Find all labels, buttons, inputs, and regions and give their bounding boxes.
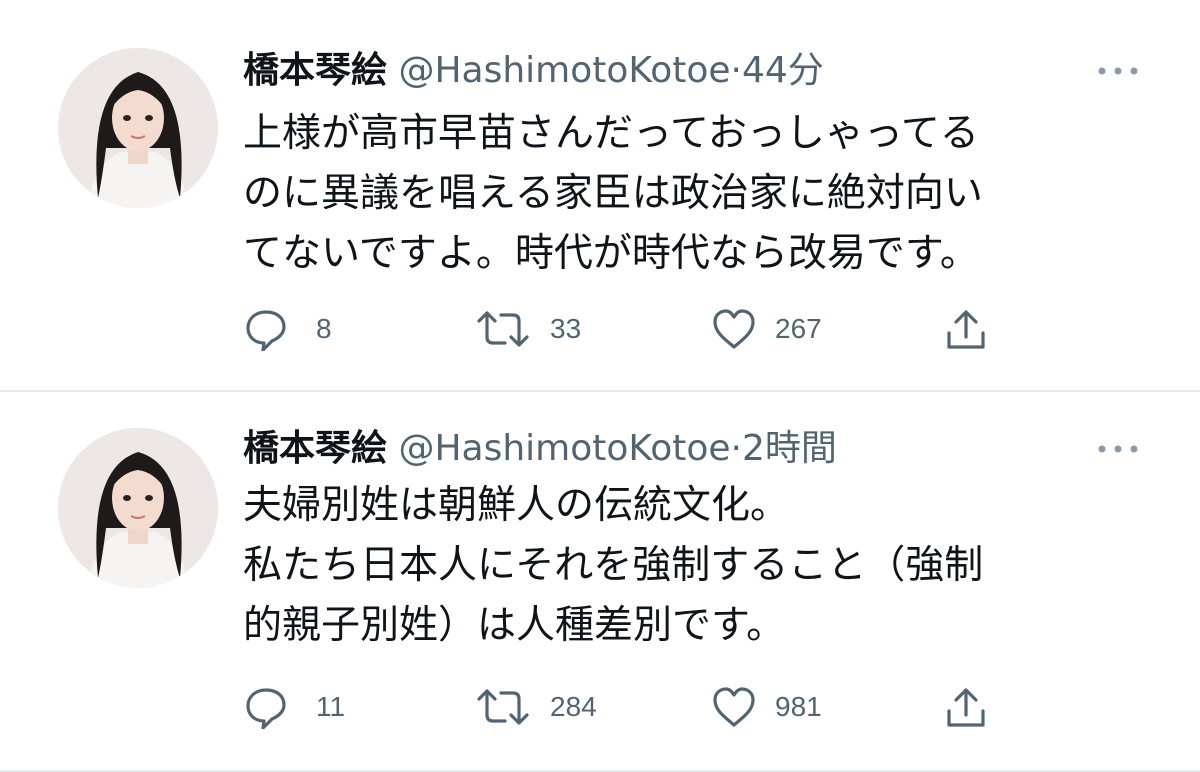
tweet[interactable]: 橋本琴絵 @HashimotoKotoe·2時間 夫婦別姓は朝鮮人の伝統文化。 …: [0, 392, 1200, 772]
share-icon: [947, 688, 985, 727]
more-button[interactable]: [1092, 434, 1144, 464]
tweet-actions: 8 33 267: [243, 304, 1003, 354]
share-button[interactable]: [943, 682, 993, 732]
user-handle[interactable]: @HashimotoKotoe: [398, 50, 730, 91]
more-icon: [1098, 67, 1138, 75]
heart-icon: [713, 687, 755, 727]
tweet-timestamp[interactable]: 44分: [742, 50, 824, 91]
retweet-button[interactable]: 33: [475, 304, 655, 354]
like-count: 981: [775, 691, 822, 722]
reply-count: 11: [316, 691, 346, 722]
avatar[interactable]: [58, 428, 218, 588]
separator-dot: ·: [730, 428, 742, 469]
retweet-icon: [477, 311, 529, 347]
more-button[interactable]: [1092, 56, 1144, 86]
more-icon: [1098, 445, 1138, 453]
like-button[interactable]: 267: [711, 304, 881, 354]
avatar-image: [58, 48, 218, 208]
retweet-count: 33: [550, 313, 582, 344]
share-button[interactable]: [943, 304, 993, 354]
heart-icon: [713, 309, 755, 349]
reply-icon: [246, 310, 286, 351]
display-name[interactable]: 橋本琴絵: [243, 428, 387, 469]
tweet-timestamp[interactable]: 2時間: [742, 428, 837, 469]
tweet[interactable]: 橋本琴絵 @HashimotoKotoe·44分 上様が高市早苗さんだっておっし…: [0, 0, 1200, 392]
separator-dot: ·: [730, 50, 742, 91]
tweet-feed: 橋本琴絵 @HashimotoKotoe·44分 上様が高市早苗さんだっておっし…: [0, 0, 1200, 772]
share-icon: [947, 310, 985, 349]
retweet-button[interactable]: 284: [475, 682, 655, 732]
tweet-header: 橋本琴絵 @HashimotoKotoe·2時間: [243, 424, 837, 474]
display-name[interactable]: 橋本琴絵: [243, 50, 387, 91]
reply-icon: [246, 688, 286, 729]
user-handle[interactable]: @HashimotoKotoe: [398, 428, 730, 469]
retweet-count: 284: [550, 691, 597, 722]
avatar[interactable]: [58, 48, 218, 208]
reply-button[interactable]: 11: [243, 682, 383, 732]
reply-button[interactable]: 8: [243, 304, 383, 354]
tweet-header: 橋本琴絵 @HashimotoKotoe·44分: [243, 46, 824, 96]
reply-count: 8: [316, 313, 332, 344]
retweet-icon: [477, 689, 529, 725]
like-button[interactable]: 981: [711, 682, 881, 732]
tweet-text: 夫婦別姓は朝鮮人の伝統文化。 私たち日本人にそれを強制すること（強制 的親子別姓…: [243, 483, 984, 648]
tweet-actions: 11 284 981: [243, 682, 1003, 732]
tweet-text: 上様が高市早苗さんだっておっしゃってる のに異議を唱える家臣は政治家に絶対向い …: [243, 111, 983, 276]
avatar-image: [58, 428, 218, 588]
like-count: 267: [775, 313, 822, 344]
